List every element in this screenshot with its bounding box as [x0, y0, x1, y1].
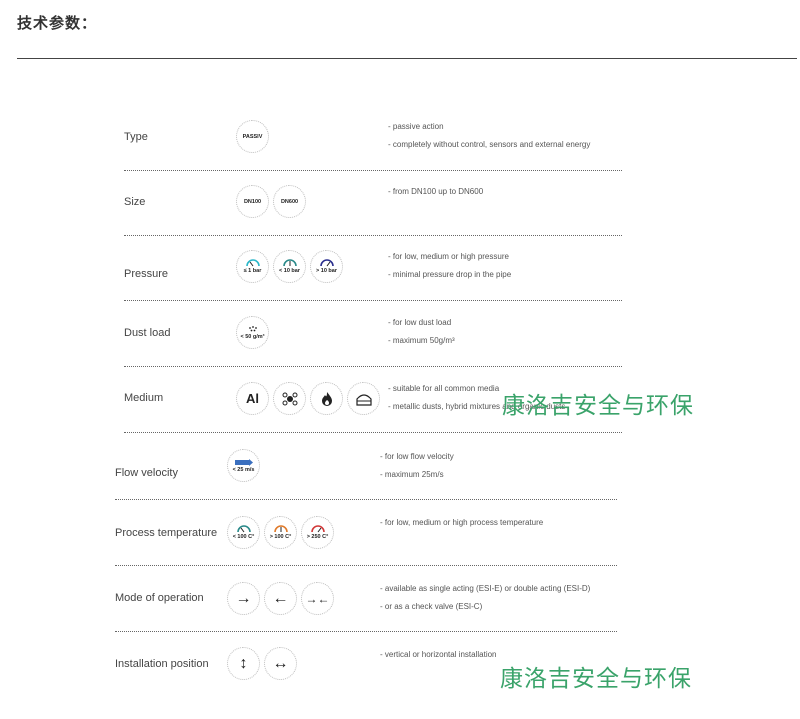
installation-position-description: - vertical or horizontal installation: [380, 650, 497, 659]
row-label-size: Size: [124, 196, 146, 208]
row-label-dust-load: Dust load: [124, 327, 171, 339]
row-separator: [124, 300, 622, 301]
row-label-pressure: Pressure: [124, 268, 169, 280]
flame-icon: [310, 382, 343, 415]
aluminium-icon: Al: [236, 382, 269, 415]
page-heading: 技术参数：: [17, 15, 98, 32]
watermark-text: 康洛吉安全与环保: [500, 666, 692, 692]
row-separator: [124, 366, 622, 367]
row-label-flow-velocity: Flow velocity: [115, 467, 178, 479]
size-description: - from DN100 up to DN600: [388, 187, 484, 196]
watermark-text: 康洛吉安全与环保: [502, 393, 694, 419]
row-separator: [115, 499, 617, 500]
installation-position-icons: ↕ ↔: [227, 647, 297, 680]
row-label-medium: Medium: [124, 392, 164, 404]
dn100-icon: DN100: [236, 185, 269, 218]
dust-particles-icon: < 50 g/m³: [236, 316, 269, 349]
row-label-installation-position: Installation position: [115, 658, 209, 670]
arrow-left-icon: ←: [264, 582, 297, 615]
thermo-gauge-medium-icon: > 100 C°: [264, 516, 297, 549]
medium-icons: Al: [236, 382, 380, 415]
dust-load-icons: < 50 g/m³: [236, 316, 269, 349]
flow-arrow-icon: < 25 m/s: [227, 449, 260, 482]
flow-velocity-description: - for low flow velocity - maximum 25m/s: [380, 452, 454, 479]
pressure-description: - for low, medium or high pressure - mini…: [388, 252, 512, 279]
row-separator: [115, 631, 617, 632]
thermo-gauge-low-icon: < 100 C°: [227, 516, 260, 549]
gauge-low-pressure-icon: ≤ 1 bar: [236, 250, 269, 283]
process-temperature-icons: < 100 C° > 100 C° > 250 C°: [227, 516, 334, 549]
arrow-right-icon: →: [227, 582, 260, 615]
row-separator: [124, 432, 622, 433]
arrow-vertical-icon: ↕: [227, 647, 260, 680]
dn600-icon: DN600: [273, 185, 306, 218]
row-label-process-temperature: Process temperature: [115, 527, 218, 539]
mode-of-operation-icons: → ← →←: [227, 582, 334, 615]
pressure-icons: ≤ 1 bar < 10 bar > 10 bar: [236, 250, 343, 283]
arrow-horizontal-icon: ↔: [264, 647, 297, 680]
type-description: - passive action - completely without con…: [388, 122, 591, 149]
heading-divider: [17, 58, 797, 59]
arrows-converging-icon: →←: [301, 582, 334, 615]
row-label-type: Type: [124, 131, 148, 143]
thermo-gauge-high-icon: > 250 C°: [301, 516, 334, 549]
flow-velocity-icons: < 25 m/s: [227, 449, 260, 482]
row-separator: [115, 565, 617, 566]
gauge-high-pressure-icon: > 10 bar: [310, 250, 343, 283]
dust-load-description: - for low dust load - maximum 50g/m³: [388, 318, 455, 345]
organic-dust-silo-icon: [347, 382, 380, 415]
type-icons: PASSIV: [236, 120, 269, 153]
passiv-icon: PASSIV: [236, 120, 269, 153]
process-temperature-description: - for low, medium or high process temper…: [380, 518, 544, 527]
gauge-medium-pressure-icon: < 10 bar: [273, 250, 306, 283]
hybrid-mixture-icon: [273, 382, 306, 415]
row-label-mode-of-operation: Mode of operation: [115, 592, 204, 604]
mode-of-operation-description: - available as single acting (ESI-E) or …: [380, 584, 591, 611]
row-separator: [124, 170, 622, 171]
size-icons: DN100 DN600: [236, 185, 306, 218]
row-separator: [124, 235, 622, 236]
